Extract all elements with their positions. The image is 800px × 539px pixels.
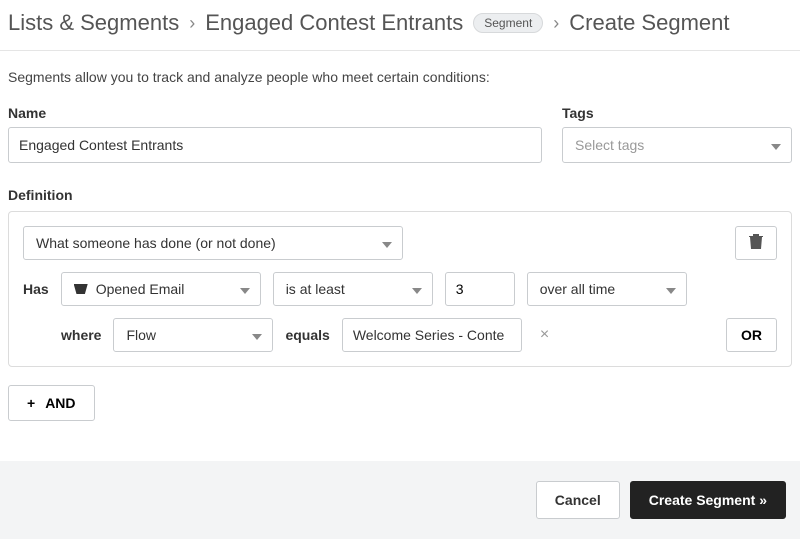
clear-filter-button[interactable]: × — [534, 326, 555, 344]
segment-type-badge: Segment — [473, 13, 543, 33]
tags-select[interactable]: Select tags — [562, 127, 792, 163]
chevron-down-icon — [240, 281, 250, 297]
metric-select[interactable]: Opened Email — [61, 272, 261, 306]
cancel-button[interactable]: Cancel — [536, 481, 620, 519]
create-segment-button[interactable]: Create Segment » — [630, 481, 786, 519]
breadcrumb-root[interactable]: Lists & Segments — [8, 10, 179, 36]
chevron-down-icon — [252, 327, 262, 343]
chevron-right-icon: › — [553, 13, 559, 34]
count-input[interactable] — [445, 272, 515, 306]
definition-label: Definition — [8, 187, 792, 203]
breadcrumb-segment-name[interactable]: Engaged Contest Entrants — [205, 10, 463, 36]
comparator-select[interactable]: is at least — [273, 272, 433, 306]
tags-placeholder: Select tags — [575, 137, 644, 153]
and-button[interactable]: + AND — [8, 385, 95, 421]
definition-group: What someone has done (or not done) Has … — [8, 211, 792, 367]
breadcrumb-current: Create Segment — [569, 10, 729, 36]
or-button[interactable]: OR — [726, 318, 777, 352]
equals-label: equals — [285, 327, 329, 343]
chevron-down-icon — [382, 235, 392, 251]
plus-icon: + — [27, 395, 35, 411]
tags-label: Tags — [562, 105, 792, 121]
name-label: Name — [8, 105, 542, 121]
condition-type-select[interactable]: What someone has done (or not done) — [23, 226, 403, 260]
chevron-down-icon — [771, 137, 781, 153]
delete-condition-button[interactable] — [735, 226, 777, 260]
where-label: where — [61, 327, 101, 343]
filter-value-input[interactable] — [342, 318, 522, 352]
metric-icon — [74, 284, 88, 294]
has-label: Has — [23, 281, 49, 297]
filter-field-select[interactable]: Flow — [113, 318, 273, 352]
trash-icon — [749, 234, 763, 253]
chevron-down-icon — [412, 281, 422, 297]
intro-text: Segments allow you to track and analyze … — [0, 51, 800, 85]
timeframe-select[interactable]: over all time — [527, 272, 687, 306]
chevron-right-icon: › — [189, 13, 195, 34]
chevron-down-icon — [666, 281, 676, 297]
footer-actions: Cancel Create Segment » — [0, 461, 800, 539]
breadcrumb: Lists & Segments › Engaged Contest Entra… — [0, 0, 800, 51]
name-input[interactable] — [8, 127, 542, 163]
